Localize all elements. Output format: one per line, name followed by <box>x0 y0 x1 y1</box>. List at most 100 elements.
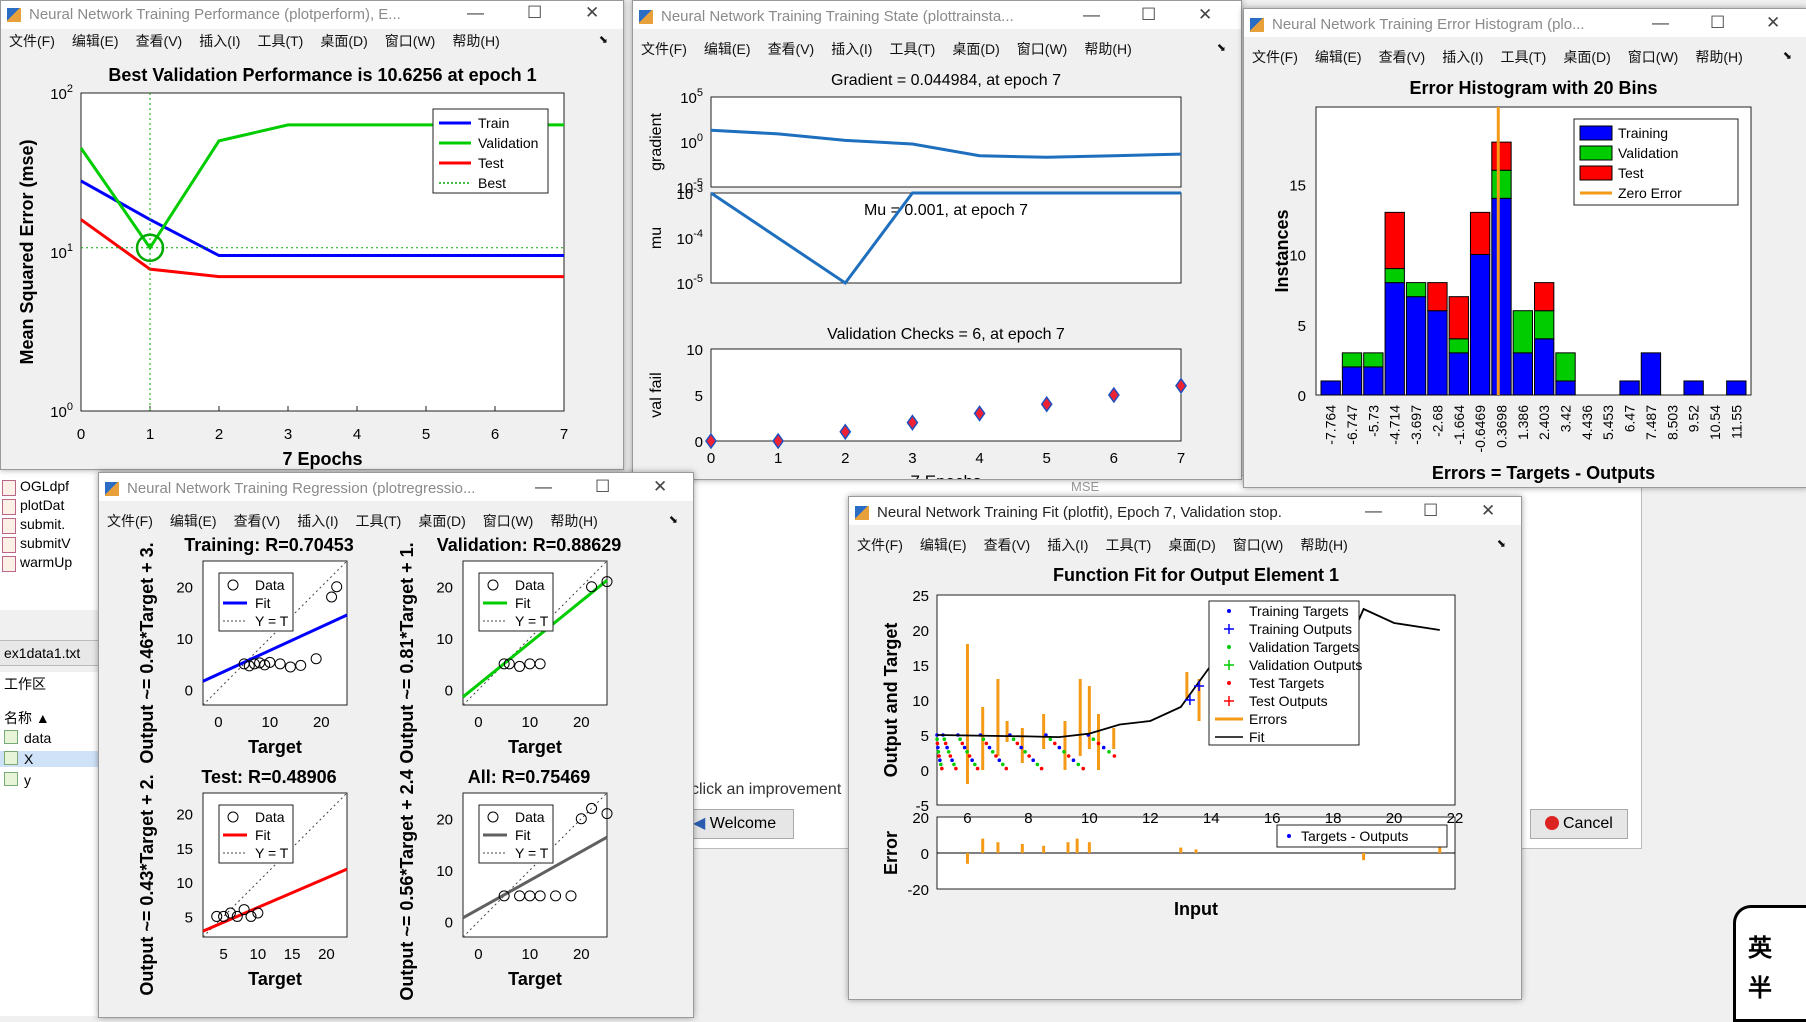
menu-item[interactable]: 插入(I) <box>297 511 338 531</box>
title-bar[interactable]: Neural Network Training Training State (… <box>633 1 1241 29</box>
regression-window[interactable]: Neural Network Training Regression (plot… <box>98 472 694 1018</box>
minimize-button[interactable]: — <box>1083 5 1100 25</box>
error-histogram-window[interactable]: Neural Network Training Error Histogram … <box>1243 8 1806 488</box>
figure-area: Function Fit for Output Element 1 25 20 15 1… <box>849 559 1521 999</box>
menu-item[interactable]: 查看(V) <box>1379 47 1426 67</box>
menu-item[interactable]: 工具(T) <box>889 39 935 59</box>
menu-item[interactable]: 文件(F) <box>9 31 55 51</box>
menu-item[interactable]: 查看(V) <box>234 511 281 531</box>
cancel-button[interactable]: Cancel <box>1530 809 1628 839</box>
title-bar[interactable]: Neural Network Training Fit (plotfit), E… <box>849 497 1521 525</box>
welcome-button[interactable]: ◀ Welcome <box>688 809 794 839</box>
menu-item[interactable]: 编辑(E) <box>920 535 967 555</box>
menu-item[interactable]: 工具(T) <box>355 511 401 531</box>
menu-item[interactable]: 插入(I) <box>199 31 240 51</box>
target-point <box>935 737 939 741</box>
target-point <box>975 766 980 771</box>
file-item[interactable]: submit. <box>2 516 65 534</box>
menu-item[interactable]: 文件(F) <box>1252 47 1298 67</box>
menu-item[interactable]: 桌面(D) <box>320 31 367 51</box>
legend-swatch <box>1227 645 1231 649</box>
minimize-button[interactable]: — <box>535 477 552 497</box>
menu-item[interactable]: 文件(F) <box>107 511 153 531</box>
menu-item[interactable]: 帮助(H) <box>452 31 499 51</box>
maximize-button[interactable]: ☐ <box>1423 501 1438 521</box>
file-item[interactable]: warmUp <box>2 554 72 572</box>
legend-label: Data <box>255 577 285 593</box>
file-item[interactable]: plotDat <box>2 497 64 515</box>
y-axis-label: Output ~= 0.56*Target + 2.4 <box>397 769 417 1000</box>
menu-item[interactable]: 查看(V) <box>136 31 183 51</box>
minimize-button[interactable]: — <box>1652 13 1669 33</box>
menu-item[interactable]: 工具(T) <box>1105 535 1151 555</box>
tick-exponent: 0 <box>67 401 73 413</box>
panel-title: Training: R=0.70453 <box>184 535 354 555</box>
maximize-button[interactable]: ☐ <box>527 3 542 23</box>
tick-base: 10 <box>50 86 67 103</box>
table-icon <box>4 751 18 765</box>
menu-item[interactable]: 窗口(W) <box>1017 39 1068 59</box>
x-tick-label: 8 <box>1024 810 1032 827</box>
tick-base: 10 <box>50 245 67 262</box>
title-bar[interactable]: Neural Network Training Regression (plot… <box>99 473 693 501</box>
menu-item[interactable]: 插入(I) <box>831 39 872 59</box>
menu-item[interactable]: 插入(I) <box>1047 535 1088 555</box>
maximize-button[interactable]: ☐ <box>595 477 610 497</box>
fit-window[interactable]: Neural Network Training Fit (plotfit), E… <box>848 496 1522 1000</box>
menu-item[interactable]: 工具(T) <box>1500 47 1546 67</box>
dock-arrow-icon[interactable]: ⬊ <box>669 513 678 526</box>
file-item[interactable]: OGLdpf <box>2 478 69 496</box>
dock-arrow-icon[interactable]: ⬊ <box>1217 41 1226 54</box>
close-button[interactable]: ✕ <box>1766 13 1780 33</box>
menu-item[interactable]: 桌面(D) <box>1168 535 1215 555</box>
menu-item[interactable]: 窗口(W) <box>1233 535 1284 555</box>
menu-item[interactable]: 帮助(H) <box>1695 47 1742 67</box>
menu-item[interactable]: 插入(I) <box>1442 47 1483 67</box>
minimize-button[interactable]: — <box>467 3 484 23</box>
menu-item[interactable]: 桌面(D) <box>1563 47 1610 67</box>
legend-label: Fit <box>255 595 271 611</box>
menu-item[interactable]: 窗口(W) <box>1628 47 1679 67</box>
target-point <box>962 745 967 750</box>
title-bar[interactable]: Neural Network Training Error Histogram … <box>1244 9 1806 37</box>
menu-item[interactable]: 工具(T) <box>257 31 303 51</box>
menu-item[interactable]: 窗口(W) <box>483 511 534 531</box>
workspace-var-x[interactable]: X <box>0 751 100 767</box>
back-icon: ◀ <box>693 815 706 832</box>
close-button[interactable]: ✕ <box>1198 5 1212 25</box>
file-item[interactable]: submitV <box>2 535 71 553</box>
minimize-button[interactable]: — <box>1365 501 1382 521</box>
menu-item[interactable]: 帮助(H) <box>1084 39 1131 59</box>
maximize-button[interactable]: ☐ <box>1710 13 1725 33</box>
menu-item[interactable]: 帮助(H) <box>550 511 597 531</box>
training-state-window[interactable]: Neural Network Training Training State (… <box>632 0 1242 480</box>
menu-item[interactable]: 编辑(E) <box>704 39 751 59</box>
title-bar[interactable]: Neural Network Training Performance (plo… <box>1 1 623 29</box>
menu-item[interactable]: 查看(V) <box>984 535 1031 555</box>
menu-item[interactable]: 编辑(E) <box>1315 47 1362 67</box>
legend-label: Y = T <box>255 613 289 629</box>
workspace-header[interactable]: 名称 ▲ <box>4 708 50 728</box>
dock-arrow-icon[interactable]: ⬊ <box>1497 537 1506 550</box>
menu-item[interactable]: 查看(V) <box>768 39 815 59</box>
plot-axes <box>710 96 1182 188</box>
dock-arrow-icon[interactable]: ⬊ <box>1783 49 1792 62</box>
performance-window[interactable]: Neural Network Training Performance (plo… <box>0 0 624 470</box>
dock-arrow-icon[interactable]: ⬊ <box>599 33 608 46</box>
maximize-button[interactable]: ☐ <box>1141 5 1156 25</box>
close-button[interactable]: ✕ <box>585 3 599 23</box>
menu-item[interactable]: 编辑(E) <box>72 31 119 51</box>
menu-item[interactable]: 编辑(E) <box>170 511 217 531</box>
menu-item[interactable]: 文件(F) <box>857 535 903 555</box>
menu-item[interactable]: 桌面(D) <box>952 39 999 59</box>
workspace-var-data[interactable]: data <box>0 730 51 746</box>
menu-item[interactable]: 帮助(H) <box>1300 535 1347 555</box>
menu-item[interactable]: 窗口(W) <box>385 31 436 51</box>
close-button[interactable]: ✕ <box>1481 501 1495 521</box>
menu-item[interactable]: 桌面(D) <box>418 511 465 531</box>
workspace-var-y[interactable]: y <box>0 772 31 788</box>
x-tick-label: -5.73 <box>1365 405 1381 437</box>
target-point <box>952 762 956 767</box>
close-button[interactable]: ✕ <box>653 477 667 497</box>
menu-item[interactable]: 文件(F) <box>641 39 687 59</box>
